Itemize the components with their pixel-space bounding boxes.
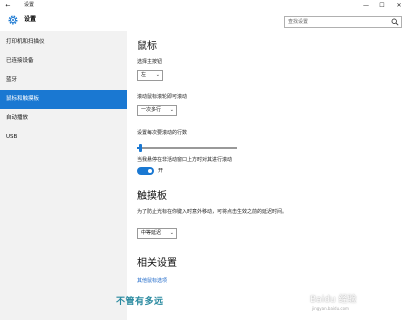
search-icon[interactable] — [391, 18, 399, 26]
baidu-watermark: Baidu 经验 — [310, 295, 357, 305]
sidebar-item-bluetooth[interactable]: 蓝牙 — [0, 71, 127, 90]
touchpad-delay-label: 为了防止光标在你键入时意外移动，可将点击生效之前的延迟时间。 — [137, 209, 288, 215]
close-button[interactable]: ✕ — [391, 0, 407, 11]
lines-label: 设置每次要滚动的行数 — [137, 130, 188, 136]
minimize-button[interactable]: — — [358, 0, 374, 11]
window-title: 设置 — [24, 2, 35, 8]
app-title: 设置 — [24, 16, 37, 23]
title-bar: ← 设置 — ☐ ✕ — [0, 0, 409, 11]
sidebar-item-mouse-touchpad[interactable]: 鼠标和触摸板 — [0, 90, 127, 109]
touchpad-delay-value: 中等延迟 — [141, 230, 162, 236]
touchpad-heading: 触摸板 — [137, 191, 167, 202]
mouse-heading: 鼠标 — [137, 41, 157, 52]
sidebar-item-usb[interactable]: USB — [0, 128, 127, 147]
scroll-label: 滚动鼠标滚轮即可滚动 — [137, 94, 188, 100]
touchpad-delay-dropdown[interactable]: 中等延迟 ⌄ — [137, 228, 177, 239]
chevron-down-icon: ⌄ — [169, 107, 174, 113]
scroll-value: 一次多行 — [141, 107, 162, 113]
settings-window: ← 设置 — ☐ ✕ 设置 打印机和扫描仪 已连接设备 蓝牙 鼠标和触摸板 自动… — [0, 0, 409, 320]
sidebar: 打印机和扫描仪 已连接设备 蓝牙 鼠标和触摸板 自动播放 USB — [0, 31, 127, 320]
other-mouse-options-link[interactable]: 其他鼠标选项 — [137, 278, 167, 285]
inactive-scroll-label: 当我悬停在非活动窗口上方时对其进行滚动 — [137, 157, 233, 163]
primary-button-value: 左 — [141, 72, 147, 78]
search-input[interactable] — [288, 17, 388, 27]
slider-track — [137, 147, 237, 149]
watermark-caption: 不管有多远 — [116, 297, 164, 307]
slider-thumb[interactable] — [139, 144, 142, 152]
sidebar-item-autoplay[interactable]: 自动播放 — [0, 109, 127, 128]
main-content: 鼠标 选择主按钮 左 ⌄ 滚动鼠标滚轮即可滚动 一次多行 ⌄ 设置每次要滚动的行… — [127, 31, 409, 320]
sidebar-item-printers[interactable]: 打印机和扫描仪 — [0, 33, 127, 52]
toggle-state-label: 开 — [158, 168, 164, 174]
gear-icon — [8, 15, 18, 25]
primary-button-dropdown[interactable]: 左 ⌄ — [137, 70, 163, 81]
chevron-down-icon: ⌄ — [155, 72, 160, 78]
settings-header: 设置 — [0, 11, 409, 31]
maximize-button[interactable]: ☐ — [374, 0, 390, 11]
toggle-knob — [148, 169, 152, 173]
search-box[interactable] — [284, 16, 402, 28]
primary-button-label: 选择主按钮 — [137, 59, 163, 65]
scroll-dropdown[interactable]: 一次多行 ⌄ — [137, 105, 177, 116]
scroll-lines-slider[interactable] — [137, 144, 237, 152]
inactive-scroll-toggle[interactable] — [137, 167, 154, 175]
sidebar-item-connected-devices[interactable]: 已连接设备 — [0, 52, 127, 71]
baidu-watermark-url: jingyan.baidu.com — [312, 306, 349, 311]
back-button[interactable]: ← — [0, 0, 16, 11]
related-settings-heading: 相关设置 — [137, 258, 177, 269]
chevron-down-icon: ⌄ — [169, 230, 174, 236]
